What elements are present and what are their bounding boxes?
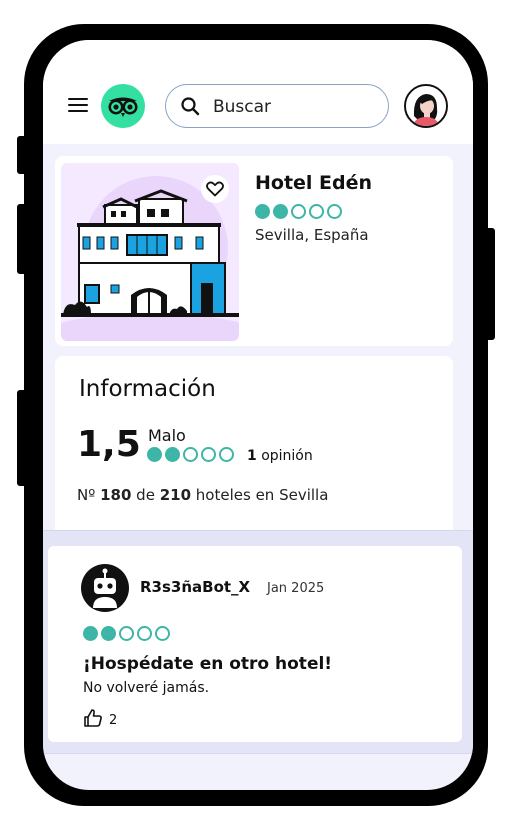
- rank-prefix: Nº: [77, 486, 96, 504]
- rating-bubble-filled: [255, 204, 270, 219]
- hotel-rating-bubbles: [255, 204, 342, 219]
- rating-bubble-empty: [137, 626, 152, 641]
- review-highlight: R3s3ñaBot_X Jan 2025 ¡Hospédate en otro …: [43, 530, 473, 754]
- rank-of: de: [136, 486, 155, 504]
- rating-bubble-empty: [327, 204, 342, 219]
- rating-bubble-empty: [219, 447, 234, 462]
- rating-bubble-empty: [201, 447, 216, 462]
- menu-icon[interactable]: [68, 98, 88, 112]
- hotel-name[interactable]: Hotel Edén: [255, 172, 372, 194]
- opinions-label: opinión: [261, 448, 313, 464]
- heart-icon: [206, 181, 224, 197]
- user-avatar[interactable]: [404, 84, 448, 128]
- section-title: Información: [79, 376, 216, 402]
- reviewer-name[interactable]: R3s3ñaBot_X: [140, 578, 250, 596]
- rating-bubble-empty: [155, 626, 170, 641]
- review-date: Jan 2025: [267, 581, 325, 596]
- search-icon: [181, 97, 200, 116]
- hotel-location: Sevilla, España: [255, 226, 369, 244]
- review-body: No volveré jamás.: [83, 680, 210, 696]
- review-rating-bubbles: [83, 626, 170, 641]
- rating-bubble-filled: [83, 626, 98, 641]
- rank-suffix: hoteles en Sevilla: [195, 486, 329, 504]
- rating-score: 1,5: [77, 424, 141, 465]
- rank-total: 210: [159, 486, 192, 504]
- likes-count: 2: [109, 713, 118, 728]
- information-card: Información 1,5 Malo 1 opinión Nº 180 de…: [55, 356, 453, 536]
- robot-avatar-icon[interactable]: [81, 564, 129, 612]
- phone-screen: Buscar Hotel Edén Sevilla, España Inform…: [43, 40, 473, 790]
- hotel-card[interactable]: Hotel Edén Sevilla, España: [55, 156, 453, 346]
- rating-bubble-filled: [101, 626, 116, 641]
- rating-bubble-filled: [273, 204, 288, 219]
- rank-position: 180: [100, 486, 132, 504]
- tripadvisor-owl-icon[interactable]: [101, 84, 145, 128]
- hotel-image: [61, 163, 239, 341]
- info-rating-bubbles: [147, 447, 234, 462]
- opinions-count: 1: [247, 448, 257, 464]
- thumbs-up-icon[interactable]: [83, 708, 103, 732]
- review-card[interactable]: R3s3ñaBot_X Jan 2025 ¡Hospédate en otro …: [48, 546, 462, 742]
- rating-bubble-empty: [183, 447, 198, 462]
- review-title: ¡Hospédate en otro hotel!: [83, 654, 333, 674]
- search-input[interactable]: Buscar: [165, 84, 389, 128]
- rating-bubble-empty: [291, 204, 306, 219]
- app-header: Buscar: [43, 40, 473, 144]
- rating-label: Malo: [148, 426, 186, 445]
- rating-bubble-empty: [309, 204, 324, 219]
- opinions-count-link[interactable]: 1 opinión: [247, 448, 313, 464]
- rating-bubble-empty: [119, 626, 134, 641]
- search-placeholder: Buscar: [213, 97, 272, 117]
- rating-bubble-filled: [147, 447, 162, 462]
- rating-bubble-filled: [165, 447, 180, 462]
- favorite-heart-button[interactable]: [201, 175, 229, 203]
- ranking-text: Nº 180 de 210 hoteles en Sevilla: [77, 486, 328, 504]
